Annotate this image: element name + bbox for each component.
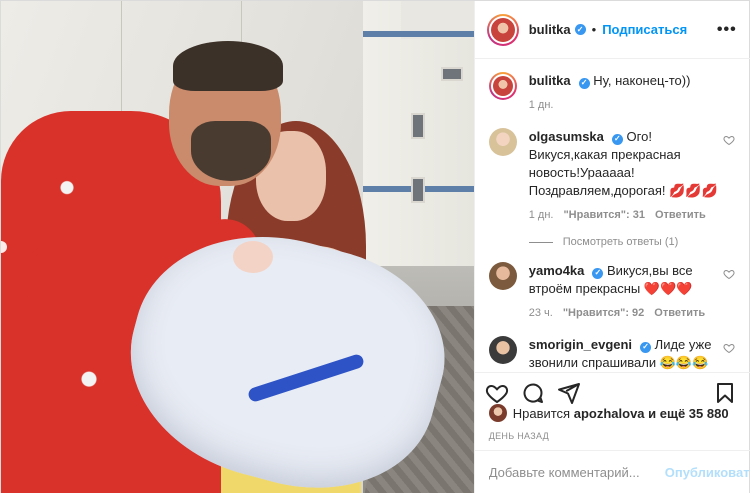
comment-body: yamo4ka ✓ Викуся,вы все втроём прекрасны … — [529, 262, 735, 322]
building-stripe — [363, 31, 474, 37]
man-beard — [191, 121, 271, 181]
heart-icon[interactable] — [485, 381, 509, 405]
comments-list[interactable]: bulitka ✓ Ну, наконец-то)) 1 дн. olgasums… — [475, 60, 750, 371]
verified-badge-icon: ✓ — [640, 341, 652, 353]
caption-body: bulitka ✓ Ну, наконец-то)) 1 дн. — [529, 72, 735, 114]
liker-avatar[interactable] — [488, 404, 507, 422]
baby-face — [233, 241, 273, 273]
comment-username[interactable]: olgasumska — [529, 129, 604, 144]
verified-badge-icon: ✓ — [574, 24, 586, 35]
heart-outline-icon[interactable] — [723, 268, 735, 280]
verified-badge-icon: ✓ — [611, 133, 623, 145]
man-hair — [173, 41, 283, 91]
wall-seam — [121, 1, 122, 111]
add-comment-bar: Опубликовать — [474, 450, 750, 493]
reply-button[interactable]: Ответить — [655, 206, 706, 224]
verified-badge-icon: ✓ — [578, 77, 590, 89]
post-photo[interactable] — [1, 1, 474, 493]
commenter-avatar[interactable] — [488, 262, 517, 290]
caption-avatar[interactable] — [488, 72, 517, 100]
view-replies-button[interactable]: Посмотреть ответы (1) — [528, 236, 735, 248]
caption-age[interactable]: 1 дн. — [529, 96, 554, 114]
comment-item: yamo4ka ✓ Викуся,вы все втроём прекрасны … — [488, 262, 735, 322]
comment-body: smorigin_evgeni ✓ Лиде уже звонили спраши… — [529, 336, 735, 371]
more-options-icon[interactable]: ••• — [717, 21, 737, 39]
building-window — [411, 177, 425, 203]
commenter-avatar[interactable] — [488, 336, 517, 364]
publish-button[interactable]: Опубликовать — [665, 465, 750, 480]
comment-body: olgasumska ✓ Ого!Викуся,какая прекрасная … — [529, 128, 735, 224]
comment-likes[interactable]: "Нравится": 92 — [563, 304, 644, 322]
verified-badge-icon: ✓ — [592, 267, 604, 279]
dot-separator: • — [591, 22, 597, 37]
heart-outline-icon[interactable] — [723, 342, 735, 354]
likes-prefix: Нравится — [512, 405, 571, 421]
comment-username[interactable]: yamo4ka — [529, 263, 585, 278]
author-username[interactable]: bulitka — [529, 22, 571, 37]
caption-text: Ну, наконец-то)) — [593, 73, 691, 88]
comment-username[interactable]: smorigin_evgeni — [529, 337, 632, 352]
bookmark-icon[interactable] — [713, 381, 737, 405]
building-window — [411, 113, 425, 139]
comment-item: olgasumska ✓ Ого!Викуся,какая прекрасная … — [488, 128, 735, 224]
comment-emoji: 💋💋💋 — [669, 183, 718, 198]
instagram-post: bulitka ✓ • Подписаться ••• bulitka ✓ Ну,… — [0, 0, 750, 493]
view-replies-label[interactable]: Посмотреть ответы (1) — [563, 236, 679, 248]
comment-age[interactable]: 23 ч. — [529, 304, 553, 322]
comment-icon[interactable] — [521, 381, 545, 405]
post-side-panel: bulitka ✓ • Подписаться ••• bulitka ✓ Ну,… — [473, 1, 750, 493]
caption-meta: 1 дн. — [529, 96, 719, 114]
building-window — [441, 67, 463, 81]
liker-username[interactable]: apozhalova — [574, 406, 645, 421]
likes-summary: Нравится apozhalova и ещё 35 880 — [488, 404, 729, 422]
comment-emoji: ❤️❤️❤️ — [643, 281, 693, 296]
likes-count[interactable]: и ещё 35 880 — [648, 406, 728, 421]
heart-outline-icon[interactable] — [723, 134, 735, 146]
comment-input[interactable] — [488, 465, 665, 480]
author-avatar[interactable] — [486, 13, 519, 46]
caption-username[interactable]: bulitka — [529, 73, 571, 88]
commenter-avatar[interactable] — [488, 128, 517, 156]
comment-likes[interactable]: "Нравится": 31 — [563, 206, 644, 224]
replies-line — [528, 241, 553, 243]
reply-button[interactable]: Ответить — [654, 304, 705, 322]
post-header: bulitka ✓ • Подписаться ••• — [474, 1, 750, 59]
comment-meta: 23 ч. "Нравится": 92 Ответить — [529, 304, 719, 322]
comment-meta: 1 дн. "Нравится": 31 Ответить — [529, 206, 719, 224]
comment-emoji: 😂😂😂 — [659, 355, 709, 370]
comment-age[interactable]: 1 дн. — [529, 206, 554, 224]
post-date[interactable]: ДЕНЬ НАЗАД — [489, 431, 549, 441]
comment-item: smorigin_evgeni ✓ Лиде уже звонили спраши… — [488, 336, 735, 371]
caption: bulitka ✓ Ну, наконец-то)) 1 дн. — [488, 72, 735, 114]
share-icon[interactable] — [557, 381, 581, 405]
follow-button[interactable]: Подписаться — [602, 22, 687, 37]
